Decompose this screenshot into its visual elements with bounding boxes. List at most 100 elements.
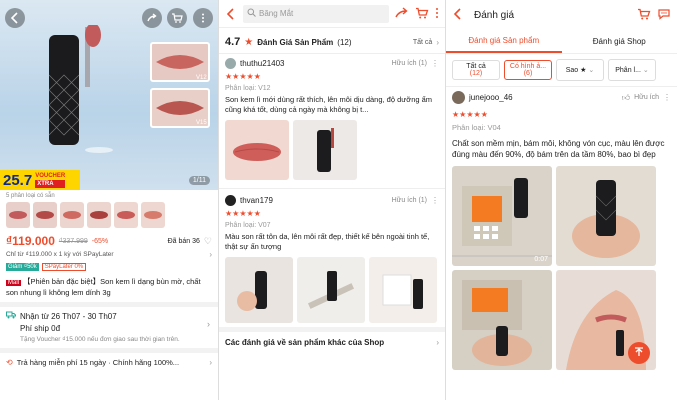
review-stars: ★★★★★ bbox=[225, 72, 261, 81]
back-icon[interactable] bbox=[225, 7, 237, 20]
filter-label: Tất cả bbox=[466, 63, 486, 70]
review-user: junejooo_46 bbox=[469, 93, 513, 102]
variant-thumb[interactable] bbox=[87, 202, 111, 228]
back-icon[interactable] bbox=[5, 8, 25, 28]
see-all-link[interactable]: Tất cả bbox=[413, 39, 432, 46]
more-icon[interactable] bbox=[193, 8, 213, 28]
other-reviews-link[interactable]: Các đánh giá về sản phẩm khác của Shop › bbox=[219, 332, 445, 353]
lip-swatch-1-tag: V12 bbox=[196, 75, 207, 81]
voucher-sub: XTRA bbox=[35, 180, 66, 188]
share-icon[interactable] bbox=[395, 6, 409, 21]
promo-tag: Giảm ₫50k bbox=[6, 263, 39, 271]
review-stars: ★★★★★ bbox=[452, 110, 488, 119]
review-text: Son kem lì mới dùng rất thích, lên môi d… bbox=[225, 95, 433, 114]
reviews-preview-panel: Băng Mắt 4.7 ★ Đánh Giá Sản Phẩm (12) Tấ… bbox=[218, 0, 445, 400]
search-bar[interactable]: Băng Mắt bbox=[243, 4, 389, 23]
variant-thumb[interactable] bbox=[60, 202, 84, 228]
review-photo[interactable] bbox=[293, 120, 357, 180]
discount-badge: -65% bbox=[91, 237, 109, 245]
share-icon[interactable] bbox=[142, 8, 162, 28]
avatar bbox=[225, 58, 236, 69]
truck-icon bbox=[6, 311, 16, 321]
variant-thumb[interactable] bbox=[33, 202, 57, 228]
cart-icon[interactable] bbox=[167, 8, 187, 28]
filter-with-images[interactable]: Có hình ả... (6) bbox=[504, 60, 552, 80]
tab-shop-reviews[interactable]: Đánh giá Shop bbox=[562, 31, 677, 52]
product-gallery[interactable]: V12 V15 25.7 VOUCHER XTRA 1/11 bbox=[0, 0, 218, 190]
more-icon[interactable]: ⋮ bbox=[663, 93, 671, 102]
rating-count: (12) bbox=[337, 37, 352, 47]
avatar bbox=[452, 91, 465, 104]
variant-thumb[interactable] bbox=[6, 202, 30, 228]
shipping-date: Nhận từ 26 Th07 - 30 Th07 bbox=[20, 311, 117, 321]
review-user: thvan179 bbox=[240, 196, 273, 205]
heart-icon[interactable]: ♡ bbox=[204, 236, 212, 247]
filter-all[interactable]: Tất cả (12) bbox=[452, 60, 500, 80]
voucher-label: VOUCHER bbox=[35, 173, 66, 179]
product-title: 【Phiên bản đặc biệt】Son kem lì dạng bùn … bbox=[6, 277, 201, 297]
avatar bbox=[225, 195, 236, 206]
chat-icon[interactable] bbox=[657, 8, 671, 22]
filter-count: (12) bbox=[469, 70, 483, 77]
policy-row[interactable]: ⟲ Trả hàng miễn phí 15 ngày · Chính hãng… bbox=[0, 353, 218, 372]
search-placeholder: Băng Mắt bbox=[259, 9, 294, 18]
review-variant: Phân loại: V07 bbox=[225, 222, 271, 229]
review-photo[interactable] bbox=[452, 270, 552, 370]
rating-summary[interactable]: 4.7 ★ Đánh Giá Sản Phẩm (12) Tất cả › bbox=[219, 28, 445, 53]
promo-tag: SPayLater 0% bbox=[41, 263, 87, 271]
filter-stars[interactable]: Sao ★ ⌄ bbox=[556, 59, 604, 81]
helpful-button[interactable]: Hữu ích (1) bbox=[392, 60, 427, 67]
cart-icon[interactable] bbox=[415, 7, 429, 21]
chevron-right-icon: › bbox=[436, 338, 439, 347]
filter-label: Sao ★ bbox=[565, 67, 587, 74]
variant-thumb[interactable] bbox=[141, 202, 165, 228]
review-user: thuthu21403 bbox=[240, 59, 285, 68]
review-photo[interactable] bbox=[225, 257, 293, 323]
shipping-section[interactable]: Nhận từ 26 Th07 - 30 Th07 Phí ship 0đ Tặ… bbox=[0, 307, 218, 348]
image-counter: 1/11 bbox=[188, 176, 210, 185]
filter-label: Phân l... bbox=[615, 67, 641, 74]
review-photo[interactable] bbox=[225, 120, 289, 180]
shipping-fee: Phí ship 0đ bbox=[20, 324, 61, 333]
filter-chips: Tất cả (12) Có hình ả... (6) Sao ★ ⌄ Phâ… bbox=[446, 54, 677, 86]
review-photo[interactable] bbox=[556, 270, 656, 370]
tab-product-reviews[interactable]: Đánh giá Sản phẩm bbox=[446, 30, 562, 53]
promo-tags: Giảm ₫50k SPayLater 0% bbox=[0, 261, 218, 273]
voucher-band: 25.7 VOUCHER XTRA bbox=[0, 170, 80, 190]
review-photo[interactable] bbox=[369, 257, 437, 323]
review-item: thuthu21403 Hữu ích (1) ⋮ ★★★★★ Phân loạ… bbox=[219, 53, 445, 184]
old-price: ₫337.999 bbox=[58, 237, 88, 245]
thumbs-up-icon[interactable]: 👍︎ bbox=[622, 93, 630, 103]
more-icon[interactable]: ⋮ bbox=[431, 196, 439, 205]
review-photo[interactable]: 0:07 bbox=[452, 166, 552, 266]
video-duration: 0:07 bbox=[534, 256, 548, 263]
scroll-to-top-button[interactable] bbox=[628, 342, 650, 364]
helpful-button[interactable]: Hữu ích bbox=[634, 94, 659, 101]
review-item: thvan179 Hữu ích (1) ⋮ ★★★★★ Phân loại: … bbox=[219, 188, 445, 327]
variant-thumb[interactable] bbox=[114, 202, 138, 228]
search-icon bbox=[247, 8, 256, 19]
filter-variant[interactable]: Phân l... ⌄ bbox=[608, 59, 656, 81]
installment-row[interactable]: Chỉ từ ₫119.000 x 1 kỳ với SPayLater › bbox=[0, 248, 218, 261]
sold-count: Đã bán 36 bbox=[167, 237, 200, 245]
rating-value: 4.7 bbox=[225, 36, 241, 48]
mall-badge: Mall bbox=[6, 280, 22, 286]
price: ₫119.000 bbox=[6, 234, 55, 248]
chevron-right-icon: › bbox=[209, 358, 212, 367]
review-photo[interactable] bbox=[556, 166, 656, 266]
rating-title: Đánh Giá Sản Phẩm bbox=[257, 37, 334, 47]
product-panel: V12 V15 25.7 VOUCHER XTRA 1/11 5 phân lo… bbox=[0, 0, 218, 400]
review-photo-grid: 0:07 bbox=[452, 166, 671, 370]
chevron-right-icon: › bbox=[436, 37, 439, 47]
variant-thumbs bbox=[0, 202, 218, 228]
reviews-panel: Đánh giá Đánh giá Sản phẩm Đánh giá Shop… bbox=[445, 0, 677, 400]
installment-text: Chỉ từ ₫119.000 x 1 kỳ với SPayLater bbox=[6, 251, 114, 258]
helpful-button[interactable]: Hữu ích (1) bbox=[392, 197, 427, 204]
variant-count: 5 phân loại có sẵn bbox=[6, 193, 55, 199]
chevron-down-icon: ⌄ bbox=[588, 67, 595, 74]
back-icon[interactable] bbox=[452, 8, 464, 22]
review-photo[interactable] bbox=[297, 257, 365, 323]
cart-icon[interactable] bbox=[637, 8, 651, 22]
more-icon[interactable]: ⋮ bbox=[431, 59, 439, 68]
more-icon[interactable] bbox=[435, 7, 439, 21]
